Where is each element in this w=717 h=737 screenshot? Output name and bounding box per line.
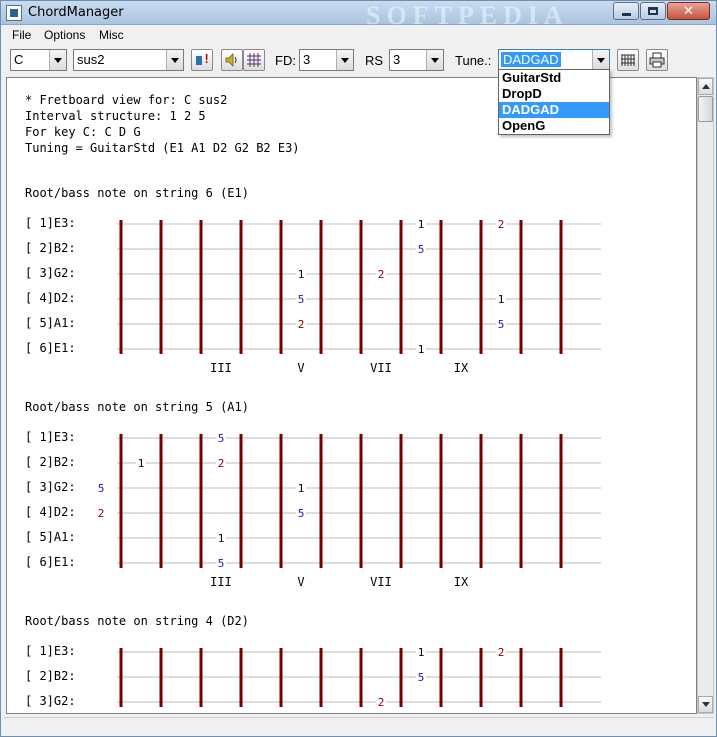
- window-title: ChordManager: [28, 5, 124, 20]
- menu-file[interactable]: File: [12, 28, 31, 42]
- printer-icon: [649, 52, 665, 68]
- section-title: Root/bass note on string 4 (D2): [25, 614, 249, 628]
- fret-position-marker: IX: [453, 361, 469, 375]
- note-marker: 2: [378, 696, 385, 708]
- tuning-option[interactable]: DropD: [499, 86, 609, 102]
- close-icon: ✕: [683, 3, 694, 19]
- status-bar: [4, 717, 714, 735]
- maximize-button[interactable]: [640, 2, 666, 20]
- note-marker: 1: [298, 482, 305, 495]
- app-icon[interactable]: [6, 5, 22, 21]
- scroll-thumb[interactable]: [698, 96, 713, 122]
- section-title: Root/bass note on string 5 (A1): [25, 400, 249, 414]
- menu-bar: File Options Misc: [1, 26, 716, 45]
- fretboard-diagram: 1 2 5 2: [117, 646, 601, 708]
- note-marker: 1: [418, 218, 425, 231]
- tune-label: Tune.:: [455, 53, 492, 68]
- minimize-button[interactable]: [613, 2, 639, 20]
- note-marker: 1: [418, 343, 425, 355]
- exclamation-icon: !: [203, 52, 211, 66]
- note-marker: 1: [298, 268, 305, 281]
- maximize-icon: [648, 7, 658, 15]
- close-button[interactable]: ✕: [667, 2, 710, 20]
- section-title: Root/bass note on string 6 (E1): [25, 186, 249, 200]
- info-line: Tuning = GuitarStd (E1 A1 D2 G2 B2 E3): [25, 141, 300, 155]
- info-line: For key C: C D G: [25, 125, 141, 139]
- tuning-option[interactable]: OpenG: [499, 118, 609, 134]
- speaker-icon: [225, 53, 237, 67]
- note-marker: 5: [298, 293, 305, 306]
- note-marker: 2: [378, 268, 385, 281]
- fretboard-diagram: 5 1 2 5 1 2 5 1 5: [98, 432, 601, 569]
- info-line: * Fretboard view for: C sus2: [25, 93, 228, 107]
- chord-diagram-button[interactable]: [617, 49, 639, 71]
- note-marker: 2: [498, 646, 505, 659]
- note-marker: 1: [498, 293, 505, 306]
- note-marker: 1: [218, 532, 225, 545]
- fret-position-marker: IX: [453, 575, 469, 589]
- fret-position-marker: VII: [370, 361, 392, 375]
- chord-diagram-icon: [621, 54, 635, 66]
- scroll-up-button[interactable]: [698, 78, 713, 95]
- identify-chord-button[interactable]: !: [191, 49, 213, 71]
- rs-select[interactable]: 3: [389, 49, 444, 71]
- menu-options[interactable]: Options: [44, 28, 85, 42]
- fret-position-marker: III: [210, 361, 232, 375]
- chevron-down-icon[interactable]: [49, 50, 66, 70]
- rs-label: RS: [365, 53, 384, 68]
- note-marker: 5: [218, 432, 225, 445]
- note-marker: 2: [298, 318, 305, 331]
- play-sound-button[interactable]: [221, 49, 243, 71]
- fd-label: FD:: [275, 53, 296, 68]
- root-note-value: C: [14, 52, 24, 67]
- chord-type-select[interactable]: sus2: [73, 49, 184, 71]
- tuning-value: DADGAD: [501, 52, 561, 67]
- note-marker: 5: [298, 507, 305, 520]
- menu-misc[interactable]: Misc: [99, 28, 124, 42]
- note-marker: 5: [98, 482, 105, 495]
- chevron-down-icon[interactable]: [166, 50, 183, 70]
- note-marker: 5: [218, 557, 225, 569]
- fret-position-marker: V: [297, 361, 305, 375]
- note-icon: [196, 56, 202, 65]
- note-marker: 1: [138, 457, 145, 470]
- chevron-down-icon[interactable]: [426, 50, 443, 70]
- scroll-down-button[interactable]: [698, 696, 713, 713]
- vertical-scrollbar[interactable]: [697, 77, 714, 714]
- fd-value: 3: [303, 52, 311, 67]
- fret-position-marker: III: [210, 575, 232, 589]
- fretboard-view-button[interactable]: [243, 49, 265, 71]
- info-line: Interval structure: 1 2 5: [25, 109, 206, 123]
- chord-type-value: sus2: [77, 52, 105, 67]
- chevron-down-icon[interactable]: [336, 50, 353, 70]
- fret-position-marker: VII: [370, 575, 392, 589]
- app-window: ChordManager SOFTPEDIA ✕ File Options Mi…: [0, 0, 717, 737]
- note-marker: 2: [218, 457, 225, 470]
- note-marker: 1: [418, 646, 425, 659]
- note-marker: 5: [498, 318, 505, 331]
- rs-value: 3: [393, 52, 401, 67]
- title-bar[interactable]: ChordManager SOFTPEDIA ✕: [1, 1, 716, 30]
- tuning-option[interactable]: GuitarStd: [499, 70, 609, 86]
- print-button[interactable]: [646, 49, 668, 71]
- fretboard-view[interactable]: * Fretboard view for: C sus2 Interval str…: [6, 77, 697, 714]
- tuning-dropdown-list[interactable]: GuitarStd DropD DADGAD OpenG: [498, 69, 610, 135]
- fd-select[interactable]: 3: [299, 49, 354, 71]
- note-marker: 5: [418, 671, 425, 684]
- chevron-down-icon[interactable]: [592, 50, 609, 70]
- minimize-icon: [621, 12, 631, 16]
- tuning-select[interactable]: DADGAD: [498, 49, 610, 71]
- root-note-select[interactable]: C: [10, 49, 67, 71]
- note-marker: 2: [98, 507, 105, 520]
- note-marker: 2: [498, 218, 505, 231]
- fretboard-icon: [247, 53, 261, 67]
- note-marker: 5: [418, 243, 425, 256]
- fretboard-diagram: 1 2 5 1 2 5 1 2 5 1: [117, 218, 601, 355]
- tuning-option[interactable]: DADGAD: [499, 102, 609, 118]
- fret-position-marker: V: [297, 575, 305, 589]
